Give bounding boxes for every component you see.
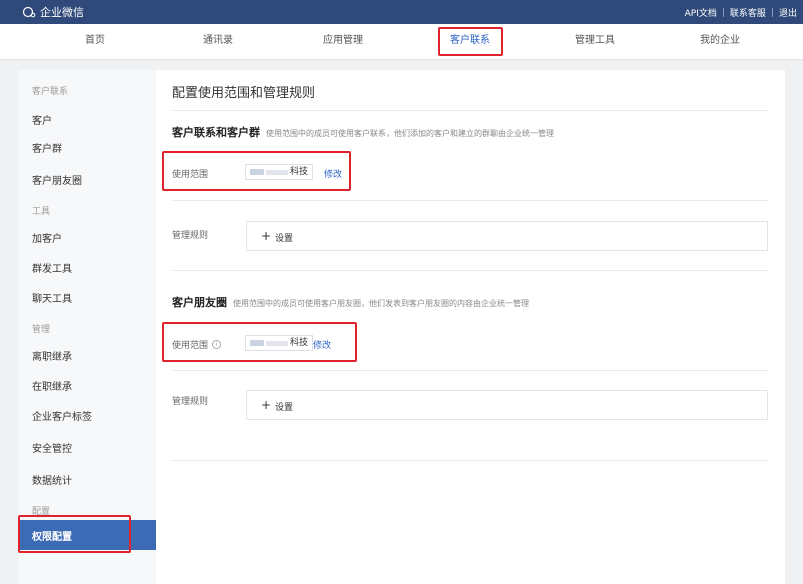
sidebar-group-management: 管理 bbox=[32, 325, 51, 335]
plus-icon: + bbox=[261, 229, 272, 243]
section-title-text: 客户朋友圈 bbox=[172, 296, 227, 309]
wework-logo-icon bbox=[22, 6, 36, 18]
sidebar-item-resigned-inherit[interactable]: 离职继承 bbox=[32, 348, 72, 363]
tab-management-tools[interactable]: 管理工具 bbox=[545, 24, 645, 60]
rule-setting-label: 设置 bbox=[275, 403, 294, 413]
rule-label: 管理规则 bbox=[172, 397, 209, 407]
highlight-box-scope-1 bbox=[162, 151, 351, 191]
highlight-box-nav bbox=[438, 27, 503, 56]
sidebar-group-customer-contact: 客户联系 bbox=[32, 87, 69, 97]
plus-icon: + bbox=[261, 398, 272, 412]
divider bbox=[172, 460, 768, 461]
api-docs-link[interactable]: API文档 bbox=[685, 6, 717, 19]
tab-home[interactable]: 首页 bbox=[45, 24, 145, 60]
rule-setting-label: 设置 bbox=[275, 234, 294, 244]
divider bbox=[172, 270, 768, 271]
sidebar-item-chat-tools[interactable]: 聊天工具 bbox=[32, 290, 72, 305]
section-customer-contact-title: 客户联系和客户群 使用范围中的成员可使用客户联系，他们添加的客户和建立的群聊由企业… bbox=[172, 124, 554, 140]
section-description: 使用范围中的成员可使用客户联系，他们添加的客户和建立的群聊由企业统一管理 bbox=[266, 129, 554, 138]
rule-setting-box[interactable]: + 设置 bbox=[246, 390, 768, 420]
sidebar-item-add-customer[interactable]: 加客户 bbox=[32, 230, 62, 245]
section-description: 使用范围中的成员可使用客户朋友圈，他们发表到客户朋友圈的内容由企业统一管理 bbox=[233, 299, 529, 308]
section-title-text: 客户联系和客户群 bbox=[172, 126, 260, 139]
tab-app-management[interactable]: 应用管理 bbox=[293, 24, 393, 60]
rule-label: 管理规则 bbox=[172, 231, 209, 241]
sidebar-item-customers[interactable]: 客户 bbox=[32, 112, 52, 127]
separator: | bbox=[721, 7, 725, 18]
rule-setting-box[interactable]: + 设置 bbox=[246, 221, 768, 251]
page-title: 配置使用范围和管理规则 bbox=[172, 86, 316, 101]
section-moments-title: 客户朋友圈 使用范围中的成员可使用客户朋友圈，他们发表到客户朋友圈的内容由企业统一… bbox=[172, 294, 529, 310]
tab-contacts[interactable]: 通讯录 bbox=[168, 24, 268, 60]
divider bbox=[172, 200, 768, 201]
brand[interactable]: 企业微信 bbox=[22, 4, 84, 20]
sidebar-item-customer-tags[interactable]: 企业客户标签 bbox=[32, 408, 92, 423]
sidebar-item-customer-groups[interactable]: 客户群 bbox=[32, 140, 62, 155]
sidebar-item-mass-messaging[interactable]: 群发工具 bbox=[32, 260, 72, 275]
main-nav: 首页 通讯录 应用管理 客户联系 管理工具 我的企业 bbox=[0, 24, 803, 60]
top-links: API文档 | 联系客服 | 退出 bbox=[685, 6, 797, 20]
tab-my-enterprise[interactable]: 我的企业 bbox=[670, 24, 770, 60]
divider bbox=[172, 110, 768, 111]
sidebar-group-tools: 工具 bbox=[32, 207, 51, 217]
highlight-box-scope-2 bbox=[162, 322, 357, 362]
sidebar-item-statistics[interactable]: 数据统计 bbox=[32, 472, 72, 487]
highlight-box-sidebar bbox=[18, 515, 131, 553]
sidebar-item-moments[interactable]: 客户朋友圈 bbox=[32, 172, 82, 187]
divider bbox=[172, 370, 768, 371]
contact-support-link[interactable]: 联系客服 bbox=[730, 6, 766, 19]
sidebar: 客户联系 客户 客户群 客户朋友圈 工具 加客户 群发工具 聊天工具 管理 离职… bbox=[18, 70, 156, 584]
brand-name: 企业微信 bbox=[40, 6, 84, 19]
logout-link[interactable]: 退出 bbox=[779, 6, 797, 19]
separator: | bbox=[770, 7, 774, 18]
top-bar: 企业微信 API文档 | 联系客服 | 退出 bbox=[0, 0, 803, 24]
sidebar-item-security-control[interactable]: 安全管控 bbox=[32, 440, 72, 455]
sidebar-item-active-inherit[interactable]: 在职继承 bbox=[32, 378, 72, 393]
